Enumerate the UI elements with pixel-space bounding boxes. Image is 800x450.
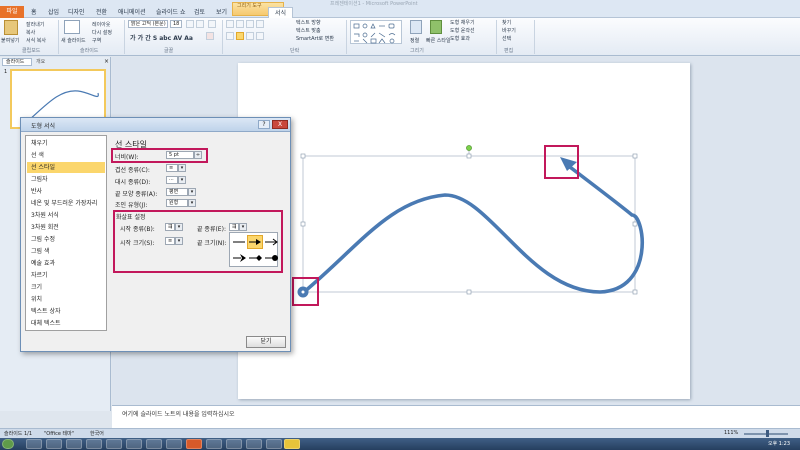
cap-type-label: 끝 모양 종류(A): bbox=[115, 191, 158, 198]
selection-handles[interactable] bbox=[300, 153, 638, 295]
curve-line[interactable] bbox=[302, 162, 644, 294]
end-type-select[interactable]: ⇶ bbox=[229, 223, 239, 231]
category-line-color[interactable]: 선 색 bbox=[27, 150, 105, 161]
end-size-gallery bbox=[229, 232, 278, 267]
width-label: 너비(W): bbox=[115, 154, 139, 161]
theme-name: "Office 테마" bbox=[44, 431, 74, 437]
category-crop[interactable]: 자르기 bbox=[27, 270, 105, 281]
compound-type-label: 겹선 종류(C): bbox=[115, 167, 150, 174]
category-line-style[interactable]: 선 스타일 bbox=[27, 162, 105, 173]
slide-counter: 슬라이드 1/1 bbox=[4, 431, 33, 437]
category-glow-soft-edges[interactable]: 네온 및 부드러운 가장자리 bbox=[27, 198, 105, 209]
taskbar-app-icon[interactable] bbox=[284, 439, 300, 449]
begin-size-dropdown[interactable]: ▾ bbox=[175, 237, 183, 245]
arrow-open-icon bbox=[265, 238, 278, 246]
arrow-small-icon bbox=[233, 241, 245, 243]
dialog-title: 도형 서식 bbox=[31, 123, 55, 130]
taskbar-app-icon[interactable] bbox=[206, 439, 222, 449]
arrow-stealth-icon bbox=[233, 254, 246, 262]
dash-type-label: 대시 종류(D): bbox=[115, 179, 151, 186]
arrow-size-option[interactable] bbox=[231, 251, 247, 265]
compound-type-dropdown[interactable]: ▾ bbox=[178, 164, 186, 172]
taskbar-app-icon[interactable] bbox=[266, 439, 282, 449]
taskbar-app-icon[interactable] bbox=[246, 439, 262, 449]
join-type-label: 조인 유형(J): bbox=[115, 202, 148, 209]
rotate-handle[interactable] bbox=[466, 145, 472, 151]
arrow-size-option-selected[interactable] bbox=[247, 235, 263, 249]
category-list: 채우기 선 색 선 스타일 그림자 반사 네온 및 부드러운 가장자리 3차원 … bbox=[25, 135, 107, 331]
arrow-medium-icon bbox=[249, 239, 261, 245]
arrow-size-option[interactable] bbox=[247, 251, 263, 265]
dash-type-dropdown[interactable]: ▾ bbox=[178, 176, 186, 184]
help-button[interactable]: ? bbox=[258, 120, 270, 129]
taskbar: 오후 1:23 bbox=[0, 438, 800, 450]
begin-type-dropdown[interactable]: ▾ bbox=[175, 223, 183, 231]
end-type-dropdown[interactable]: ▾ bbox=[239, 223, 247, 231]
begin-type-label: 시작 종류(B): bbox=[120, 226, 155, 233]
begin-size-label: 시작 크기(S): bbox=[120, 240, 155, 247]
width-input[interactable]: 5 pt bbox=[166, 151, 194, 159]
taskbar-app-icon[interactable] bbox=[126, 439, 142, 449]
taskbar-app-icon[interactable] bbox=[226, 439, 242, 449]
cap-type-select[interactable]: 평면 bbox=[166, 188, 188, 196]
taskbar-app-icon[interactable] bbox=[66, 439, 82, 449]
dialog-titlebar[interactable]: 도형 서식 ? X bbox=[21, 118, 290, 132]
dash-type-select[interactable]: ··· bbox=[166, 176, 178, 184]
clock[interactable]: 오후 1:23 bbox=[768, 440, 790, 447]
category-text-box[interactable]: 텍스트 상자 bbox=[27, 306, 105, 317]
arrow-settings-title: 화살표 설정 bbox=[116, 214, 146, 221]
taskbar-app-icon[interactable] bbox=[106, 439, 122, 449]
status-bar: 슬라이드 1/1 "Office 테마" 한국어 111% bbox=[0, 428, 800, 438]
join-type-select[interactable]: 원형 bbox=[166, 199, 188, 207]
category-alt-text[interactable]: 대체 텍스트 bbox=[27, 318, 105, 329]
taskbar-app-icon[interactable] bbox=[26, 439, 42, 449]
zoom-slider-thumb[interactable] bbox=[766, 430, 769, 437]
category-picture-color[interactable]: 그림 색 bbox=[27, 246, 105, 257]
language-indicator[interactable]: 한국어 bbox=[90, 430, 104, 437]
category-shadow[interactable]: 그림자 bbox=[27, 174, 105, 185]
category-fill[interactable]: 채우기 bbox=[27, 138, 105, 149]
width-spinner[interactable]: ÷ bbox=[194, 151, 202, 159]
category-reflection[interactable]: 반사 bbox=[27, 186, 105, 197]
end-type-label: 끝 종류(E): bbox=[197, 226, 226, 233]
category-3d-rotation[interactable]: 3차원 회전 bbox=[27, 222, 105, 233]
taskbar-app-icon[interactable] bbox=[46, 439, 62, 449]
arrow-diamond-icon bbox=[249, 255, 262, 261]
powerpoint-taskbar-icon[interactable] bbox=[186, 439, 202, 449]
taskbar-app-icon[interactable] bbox=[166, 439, 182, 449]
category-picture-corrections[interactable]: 그림 수정 bbox=[27, 234, 105, 245]
notes-placeholder[interactable]: 여기에 슬라이드 노트의 내용을 입력하십시오 bbox=[122, 409, 235, 418]
begin-type-select[interactable]: ⇶ bbox=[165, 223, 175, 231]
start-orb-icon[interactable] bbox=[2, 439, 14, 449]
curve-start-center bbox=[301, 290, 305, 294]
taskbar-app-icon[interactable] bbox=[86, 439, 102, 449]
begin-size-select[interactable]: ≡ bbox=[165, 237, 175, 245]
compound-type-select[interactable]: ≡ bbox=[166, 164, 178, 172]
cap-type-dropdown[interactable]: ▾ bbox=[188, 188, 196, 196]
arrow-oval-icon bbox=[265, 255, 278, 261]
arrow-size-option[interactable] bbox=[263, 251, 279, 265]
end-size-label: 끝 크기(N): bbox=[197, 240, 227, 247]
category-position[interactable]: 위치 bbox=[27, 294, 105, 305]
join-type-dropdown[interactable]: ▾ bbox=[188, 199, 196, 207]
arrow-size-option[interactable] bbox=[263, 235, 279, 249]
taskbar-app-icon[interactable] bbox=[146, 439, 162, 449]
zoom-level[interactable]: 111% bbox=[724, 430, 738, 436]
dialog-close-button[interactable]: X bbox=[272, 120, 288, 129]
category-3d-format[interactable]: 3차원 서식 bbox=[27, 210, 105, 221]
category-size[interactable]: 크기 bbox=[27, 282, 105, 293]
arrow-size-option[interactable] bbox=[231, 235, 247, 249]
category-artistic-effects[interactable]: 예술 효과 bbox=[27, 258, 105, 269]
close-button[interactable]: 닫기 bbox=[246, 336, 286, 348]
